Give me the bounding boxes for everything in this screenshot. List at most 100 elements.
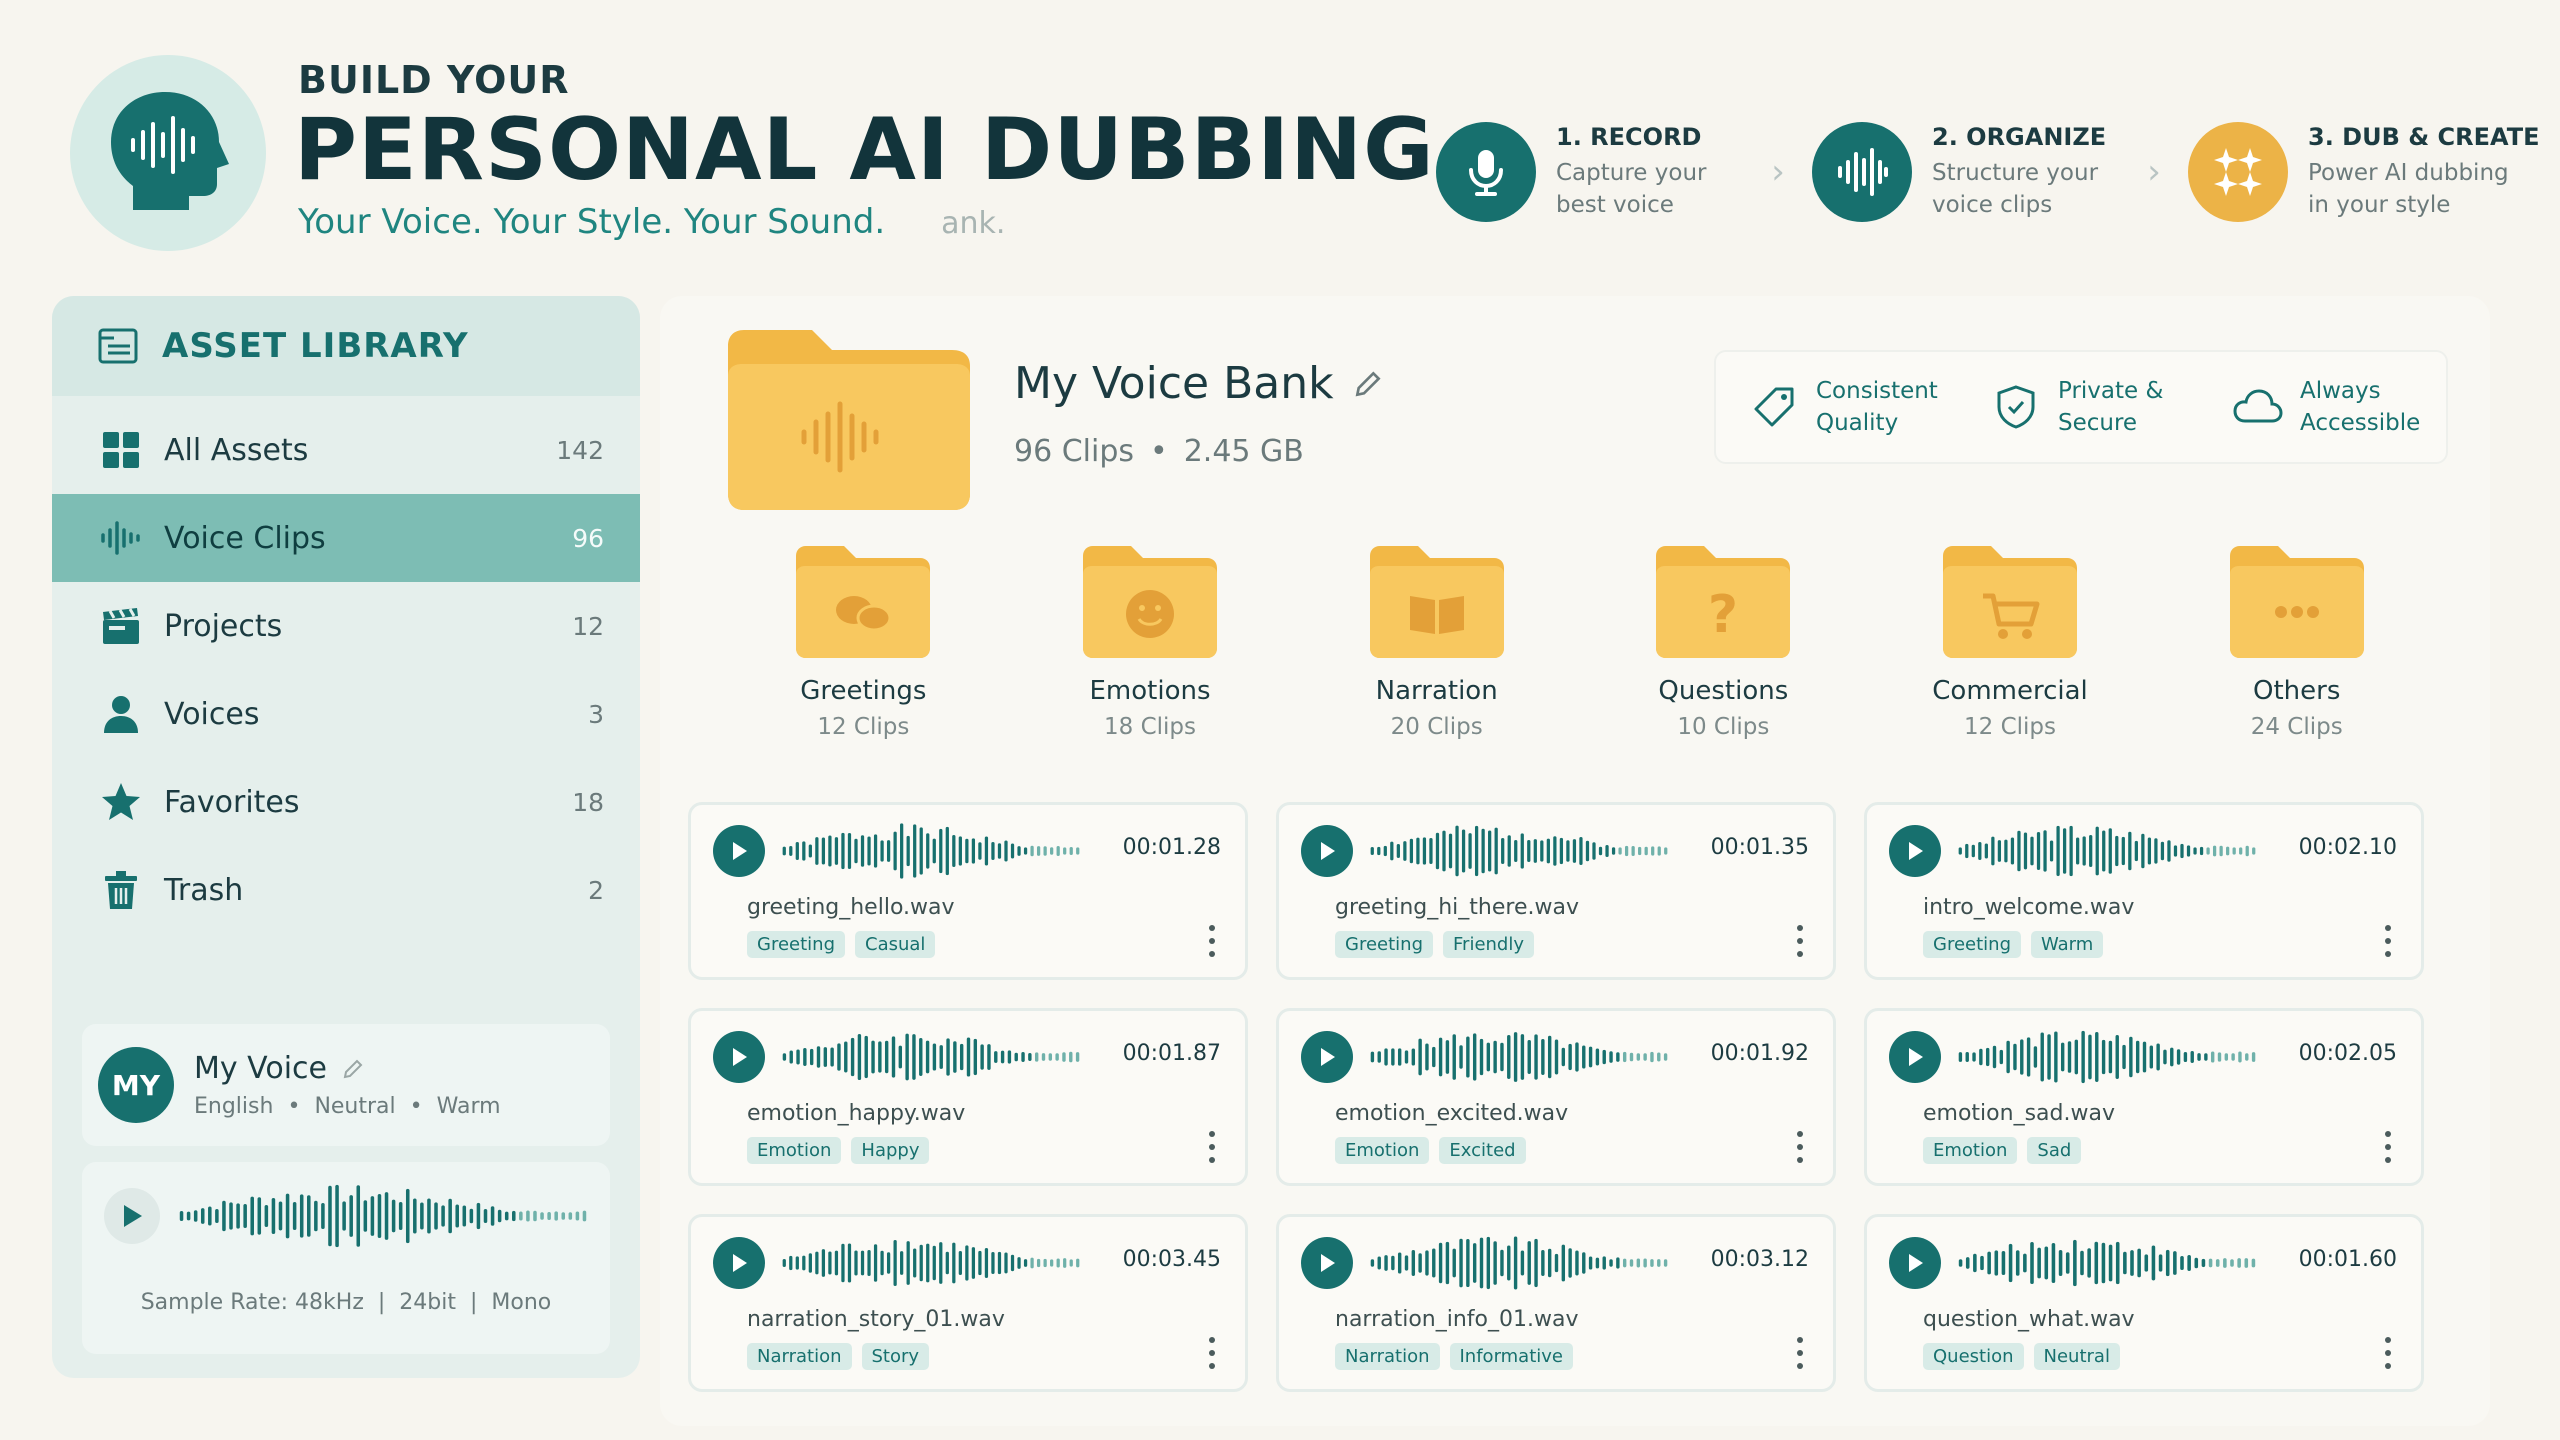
separator-dot: • (1150, 434, 1168, 469)
category-emotions[interactable]: Emotions 18 Clips (1007, 544, 1294, 740)
category-folders: Greetings 12 Clips Emotions 18 Clips Nar… (720, 544, 2440, 740)
play-icon (733, 1048, 747, 1066)
book-icon (1369, 546, 1504, 658)
clip-card[interactable]: 00:03.12 narration_info_01.wav Narration… (1276, 1214, 1836, 1392)
step-record: 1. RECORD Capture your best voice (1436, 122, 1756, 222)
play-icon (1909, 842, 1923, 860)
more-options-icon[interactable] (1207, 1129, 1217, 1165)
more-options-icon[interactable] (1795, 1335, 1805, 1371)
bit-depth: 24bit (399, 1290, 456, 1315)
clip-card[interactable]: 00:02.10 intro_welcome.wav Greeting Warm (1864, 802, 2424, 980)
clip-tag[interactable]: Narration (1335, 1343, 1440, 1370)
clip-card[interactable]: 00:01.87 emotion_happy.wav Emotion Happy (688, 1008, 1248, 1186)
sparkles-icon (2188, 122, 2288, 222)
more-options-icon[interactable] (1795, 1129, 1805, 1165)
sample-player: Sample Rate: 48kHz | 24bit | Mono (82, 1162, 610, 1354)
sidebar-item-label: Trash (164, 872, 244, 908)
clip-tag[interactable]: Happy (851, 1137, 930, 1164)
sidebar-item-count: 3 (588, 699, 604, 729)
play-button[interactable] (713, 825, 765, 877)
clip-waveform (1370, 825, 1668, 877)
clip-card[interactable]: 00:03.45 narration_story_01.wav Narratio… (688, 1214, 1248, 1392)
clip-waveform (782, 823, 1080, 879)
more-options-icon[interactable] (2383, 1335, 2393, 1371)
category-narration[interactable]: Narration 20 Clips (1293, 544, 1580, 740)
feature-consistent-quality: Consistent Quality (1746, 375, 1956, 439)
clip-card[interactable]: 00:01.92 emotion_excited.wav Emotion Exci… (1276, 1008, 1836, 1186)
sample-play-button[interactable] (104, 1188, 160, 1244)
category-name: Emotions (1089, 676, 1211, 706)
category-questions[interactable]: ? Questions 10 Clips (1580, 544, 1867, 740)
more-options-icon[interactable] (1207, 923, 1217, 959)
category-count: 12 Clips (817, 714, 910, 740)
sidebar-item-voices[interactable]: Voices 3 (52, 670, 640, 758)
clip-duration: 00:02.05 (2298, 1041, 2397, 1066)
clip-duration: 00:01.92 (1710, 1041, 1809, 1066)
play-button[interactable] (1301, 1237, 1353, 1289)
clip-tag[interactable]: Greeting (1923, 931, 2021, 958)
step-desc-line2: voice clips (1932, 192, 2053, 218)
clip-tag[interactable]: Excited (1439, 1137, 1526, 1164)
feature-line2: Accessible (2300, 410, 2421, 436)
clip-tag[interactable]: Narration (747, 1343, 852, 1370)
clip-tag[interactable]: Sad (2027, 1137, 2082, 1164)
category-name: Commercial (1932, 676, 2088, 706)
play-icon (1321, 1254, 1335, 1272)
clip-tag[interactable]: Greeting (1335, 931, 1433, 958)
clip-tag[interactable]: Emotion (1335, 1137, 1430, 1164)
sidebar-item-favorites[interactable]: Favorites 18 (52, 758, 640, 846)
clip-tag[interactable]: Emotion (1923, 1137, 2018, 1164)
clip-tag[interactable]: Casual (855, 931, 936, 958)
play-button[interactable] (1889, 1237, 1941, 1289)
more-options-icon[interactable] (1207, 1335, 1217, 1371)
clip-filename: question_what.wav (1923, 1307, 2135, 1332)
cart-icon (1943, 546, 2078, 658)
clip-filename: emotion_happy.wav (747, 1101, 966, 1126)
bank-title: My Voice Bank (1014, 358, 1334, 409)
play-button[interactable] (1889, 1031, 1941, 1083)
clip-card[interactable]: 00:01.35 greeting_hi_there.wav Greeting F… (1276, 802, 1836, 980)
play-button[interactable] (1889, 825, 1941, 877)
clip-card[interactable]: 00:02.05 emotion_sad.wav Emotion Sad (1864, 1008, 2424, 1186)
clip-card[interactable]: 00:01.60 question_what.wav Question Neutr… (1864, 1214, 2424, 1392)
sidebar-item-projects[interactable]: Projects 12 (52, 582, 640, 670)
sidebar-item-all-assets[interactable]: All Assets 142 (52, 406, 640, 494)
clip-tag[interactable]: Story (861, 1343, 930, 1370)
tag-icon (1746, 379, 1802, 435)
sidebar-item-voice-clips[interactable]: Voice Clips 96 (52, 494, 640, 582)
category-commercial[interactable]: Commercial 12 Clips (1867, 544, 2154, 740)
sidebar-item-trash[interactable]: Trash 2 (52, 846, 640, 934)
feature-line1: Consistent (1816, 378, 1938, 404)
category-others[interactable]: Others 24 Clips (2153, 544, 2440, 740)
play-button[interactable] (1301, 1031, 1353, 1083)
category-count: 18 Clips (1104, 714, 1196, 740)
category-count: 24 Clips (2250, 714, 2343, 740)
edit-pencil-icon[interactable] (341, 1057, 365, 1081)
feature-highlights: Consistent Quality Private & Secure Always… (1714, 350, 2448, 464)
clip-tag[interactable]: Emotion (747, 1137, 842, 1164)
more-options-icon[interactable] (2383, 1129, 2393, 1165)
trash-icon (98, 867, 144, 913)
clip-tag[interactable]: Informative (1449, 1343, 1573, 1370)
play-button[interactable] (713, 1237, 765, 1289)
play-button[interactable] (1301, 825, 1353, 877)
clip-tag[interactable]: Neutral (2033, 1343, 2120, 1370)
library-icon (98, 328, 138, 364)
more-options-icon[interactable] (1795, 923, 1805, 959)
step-desc-line1: Power AI dubbing (2308, 160, 2509, 186)
clip-tag[interactable]: Friendly (1443, 931, 1535, 958)
more-options-icon[interactable] (2383, 923, 2393, 959)
tagline-text: Your Voice. Your Style. Your Sound. (298, 202, 886, 242)
edit-pencil-icon[interactable] (1352, 368, 1384, 400)
voice-profile-card[interactable]: MY My Voice English • Neutral • Warm (82, 1024, 610, 1146)
clip-card[interactable]: 00:01.28 greeting_hello.wav Greeting Casu… (688, 802, 1248, 980)
category-greetings[interactable]: Greetings 12 Clips (720, 544, 1007, 740)
clip-tag[interactable]: Greeting (747, 931, 845, 958)
feature-always-accessible: Always Accessible (2230, 375, 2440, 439)
clip-tag[interactable]: Question (1923, 1343, 2024, 1370)
play-button[interactable] (713, 1031, 765, 1083)
sample-waveform (179, 1184, 587, 1248)
clip-tag[interactable]: Warm (2031, 931, 2104, 958)
separator-dot: • (409, 1094, 423, 1119)
step-title: 3. DUB & CREATE (2308, 123, 2540, 151)
